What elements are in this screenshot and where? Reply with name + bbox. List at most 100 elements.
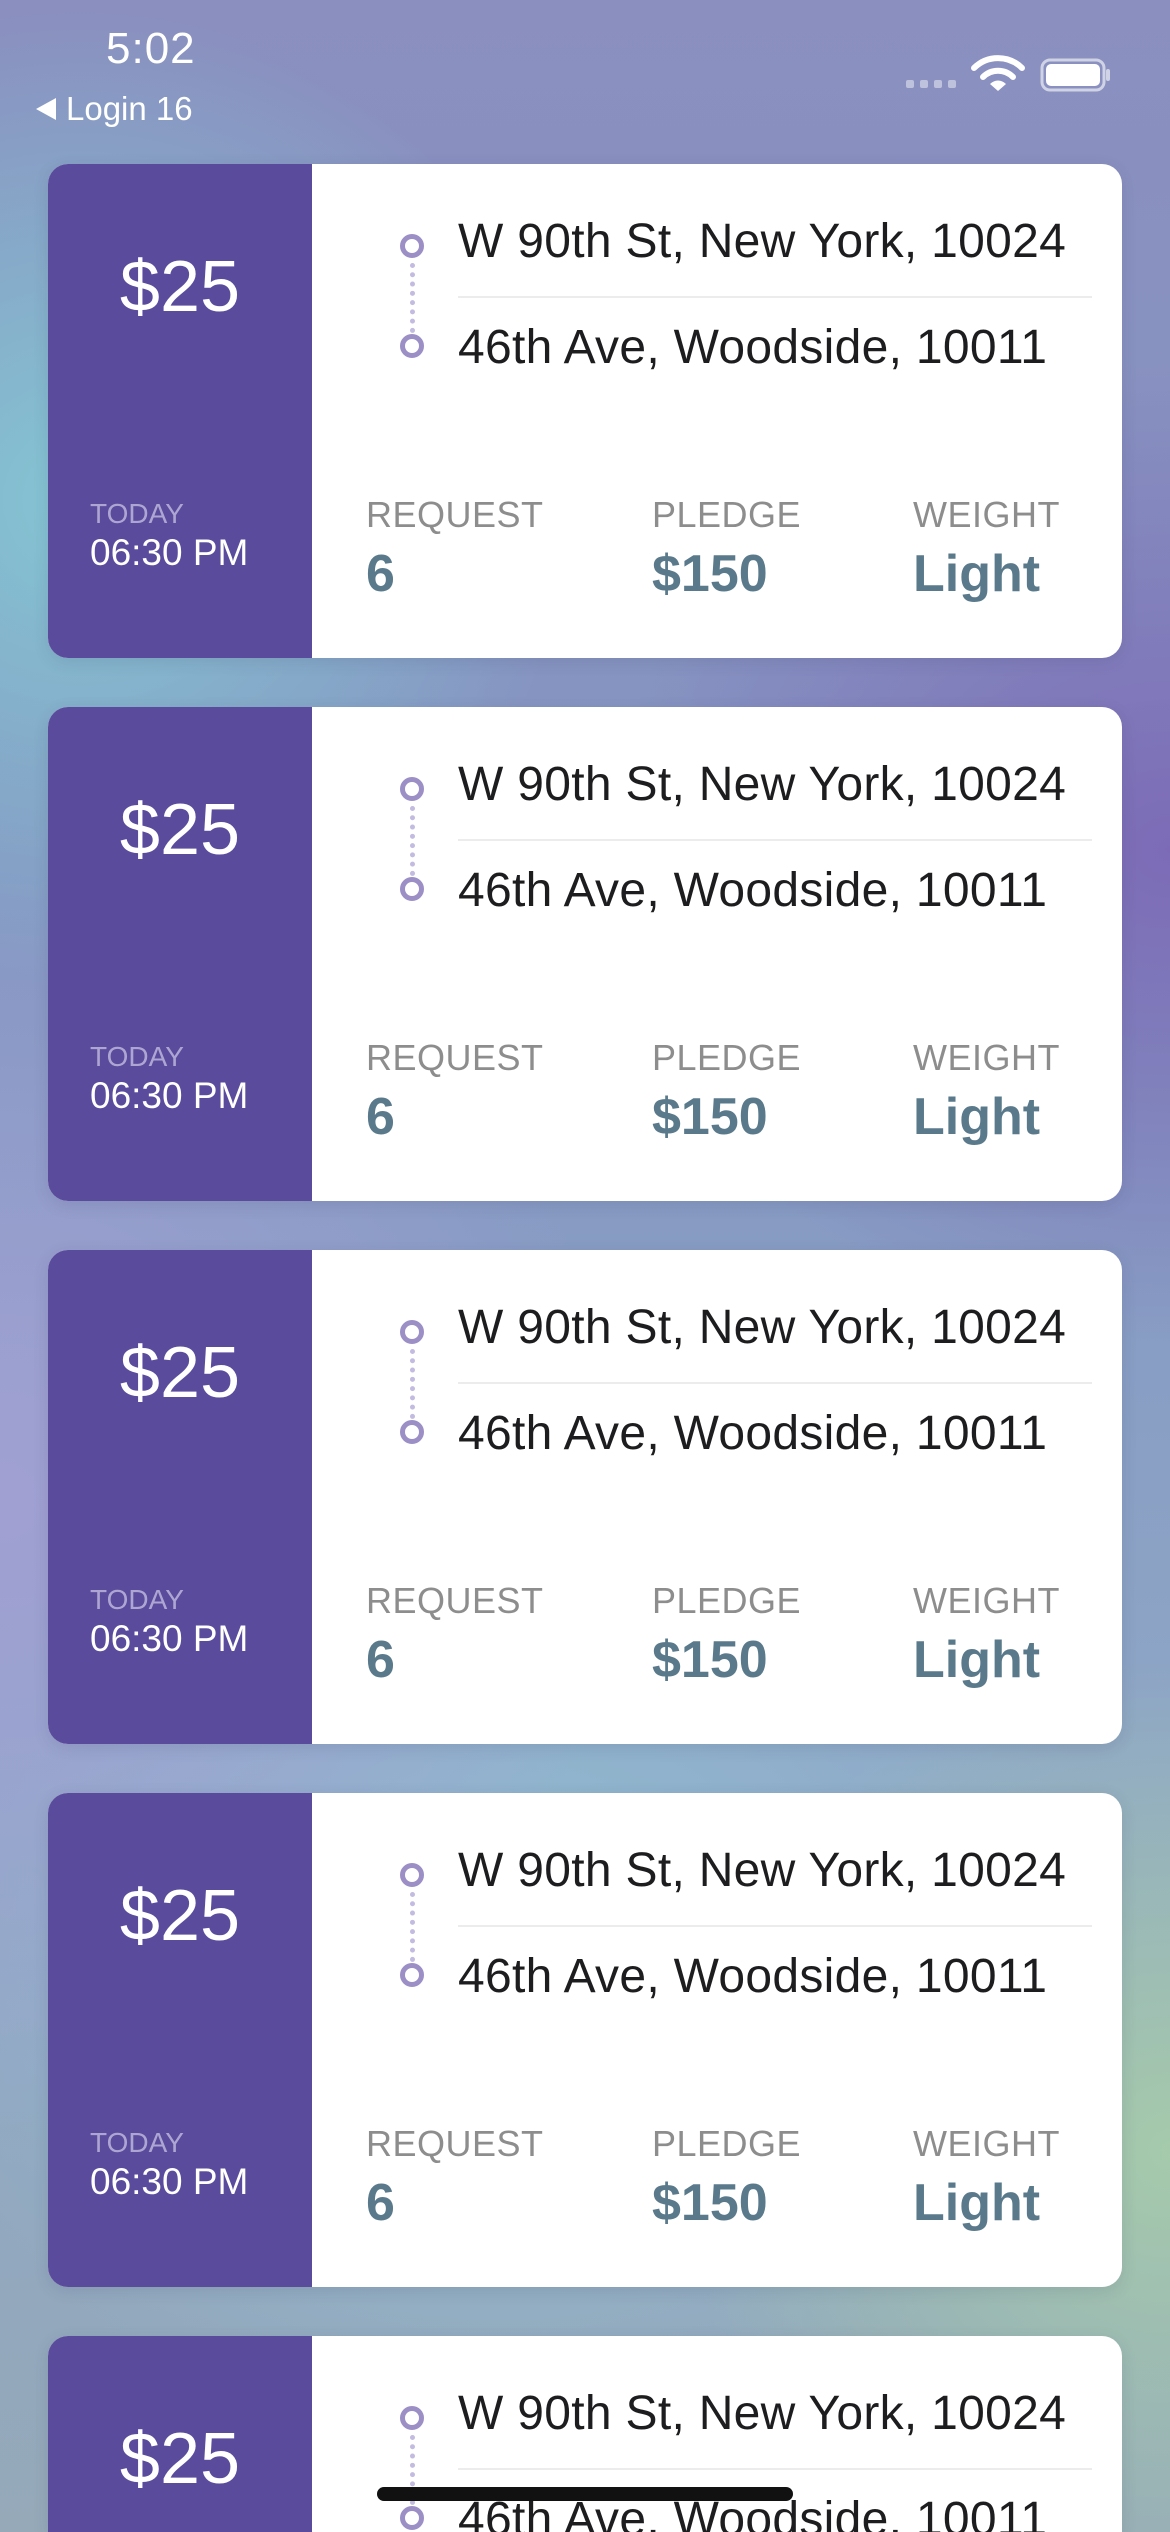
origin-dot-icon bbox=[400, 777, 424, 801]
pledge-value: $150 bbox=[652, 1088, 768, 1146]
pickup-day: TODAY bbox=[90, 1041, 184, 1072]
price: $25 bbox=[119, 1876, 241, 1956]
pickup-time: 06:30 PM bbox=[90, 1075, 249, 1116]
card-details: W 90th St, New York, 10024 46th Ave, Woo… bbox=[312, 1250, 1122, 1744]
destination-address: 46th Ave, Woodside, 10011 bbox=[458, 864, 1048, 917]
pickup-time: 06:30 PM bbox=[90, 532, 249, 573]
price: $25 bbox=[119, 1333, 241, 1413]
pledge-stat: PLEDGE $150 bbox=[652, 2123, 801, 2233]
delivery-card[interactable]: $25 W 90th St, New York, 10024 46th Ave,… bbox=[48, 2336, 1122, 2532]
card-details: W 90th St, New York, 10024 46th Ave, Woo… bbox=[312, 2336, 1122, 2532]
price: $25 bbox=[119, 247, 241, 327]
weight-value: Light bbox=[913, 1088, 1041, 1146]
destination-address: 46th Ave, Woodside, 10011 bbox=[458, 1407, 1048, 1460]
divider bbox=[458, 1925, 1092, 1927]
pickup-day: TODAY bbox=[90, 1584, 184, 1615]
home-indicator[interactable] bbox=[377, 2487, 793, 2501]
pledge-stat: PLEDGE $150 bbox=[652, 1580, 801, 1690]
destination-address: 46th Ave, Woodside, 10011 bbox=[458, 1950, 1048, 2003]
weight-value: Light bbox=[913, 2174, 1041, 2232]
request-label: REQUEST bbox=[366, 2123, 544, 2164]
back-arrow-icon bbox=[36, 98, 56, 120]
pledge-stat: PLEDGE $150 bbox=[652, 1037, 801, 1147]
pledge-label: PLEDGE bbox=[652, 2123, 802, 2164]
request-value: 6 bbox=[366, 545, 395, 603]
request-stat: REQUEST 6 bbox=[366, 1037, 544, 1147]
weight-stat: WEIGHT Light bbox=[913, 1037, 1060, 1147]
destination-dot-icon bbox=[400, 334, 424, 358]
pledge-label: PLEDGE bbox=[652, 1580, 802, 1621]
pickup-time: 06:30 PM bbox=[90, 2161, 249, 2202]
destination-dot-icon bbox=[400, 2506, 424, 2530]
back-app-label: Login 16 bbox=[66, 90, 193, 127]
delivery-card[interactable]: $25 TODAY 06:30 PM W 90th St, New York, … bbox=[48, 164, 1122, 658]
route-line bbox=[410, 1892, 415, 1962]
weight-value: Light bbox=[913, 1631, 1041, 1689]
status-time: 5:02 bbox=[106, 24, 196, 73]
request-label: REQUEST bbox=[366, 1037, 544, 1078]
pickup-time: 06:30 PM bbox=[90, 1618, 249, 1659]
weight-label: WEIGHT bbox=[913, 494, 1060, 535]
card-price-panel: $25 TODAY 06:30 PM bbox=[48, 164, 312, 658]
destination-dot-icon bbox=[400, 877, 424, 901]
card-price-panel: $25 TODAY 06:30 PM bbox=[48, 707, 312, 1201]
delivery-card[interactable]: $25 TODAY 06:30 PM W 90th St, New York, … bbox=[48, 1250, 1122, 1744]
request-label: REQUEST bbox=[366, 1580, 544, 1621]
delivery-card[interactable]: $25 TODAY 06:30 PM W 90th St, New York, … bbox=[48, 1793, 1122, 2287]
price: $25 bbox=[119, 2419, 241, 2499]
pledge-label: PLEDGE bbox=[652, 494, 802, 535]
request-stat: REQUEST 6 bbox=[366, 494, 544, 604]
request-value: 6 bbox=[366, 2174, 395, 2232]
cellular-signal-icon bbox=[906, 80, 956, 88]
weight-stat: WEIGHT Light bbox=[913, 2123, 1060, 2233]
origin-address: W 90th St, New York, 10024 bbox=[458, 215, 1067, 268]
origin-address: W 90th St, New York, 10024 bbox=[458, 1844, 1067, 1897]
divider bbox=[458, 839, 1092, 841]
pledge-value: $150 bbox=[652, 1631, 768, 1689]
origin-address: W 90th St, New York, 10024 bbox=[458, 2387, 1067, 2440]
request-value: 6 bbox=[366, 1631, 395, 1689]
pickup-day: TODAY bbox=[90, 498, 184, 529]
origin-dot-icon bbox=[400, 1863, 424, 1887]
weight-value: Light bbox=[913, 545, 1041, 603]
origin-address: W 90th St, New York, 10024 bbox=[458, 1301, 1067, 1354]
pledge-stat: PLEDGE $150 bbox=[652, 494, 801, 604]
card-details: W 90th St, New York, 10024 46th Ave, Woo… bbox=[312, 707, 1122, 1201]
delivery-card[interactable]: $25 TODAY 06:30 PM W 90th St, New York, … bbox=[48, 707, 1122, 1201]
divider bbox=[458, 1382, 1092, 1384]
weight-stat: WEIGHT Light bbox=[913, 1580, 1060, 1690]
price: $25 bbox=[119, 790, 241, 870]
weight-label: WEIGHT bbox=[913, 2123, 1060, 2164]
request-label: REQUEST bbox=[366, 494, 544, 535]
request-stat: REQUEST 6 bbox=[366, 2123, 544, 2233]
pledge-label: PLEDGE bbox=[652, 1037, 802, 1078]
origin-address: W 90th St, New York, 10024 bbox=[458, 758, 1067, 811]
destination-address: 46th Ave, Woodside, 10011 bbox=[458, 321, 1048, 374]
weight-label: WEIGHT bbox=[913, 1580, 1060, 1621]
card-price-panel: $25 TODAY 06:30 PM bbox=[48, 1250, 312, 1744]
destination-dot-icon bbox=[400, 1963, 424, 1987]
origin-dot-icon bbox=[400, 2406, 424, 2430]
battery-icon bbox=[1040, 58, 1110, 92]
pickup-day: TODAY bbox=[90, 2127, 184, 2158]
card-details: W 90th St, New York, 10024 46th Ave, Woo… bbox=[312, 164, 1122, 658]
divider bbox=[458, 2468, 1092, 2470]
destination-dot-icon bbox=[400, 1420, 424, 1444]
route-line bbox=[410, 1349, 415, 1419]
pledge-value: $150 bbox=[652, 545, 768, 603]
back-to-app-button[interactable]: Login 16 bbox=[36, 90, 193, 128]
wifi-icon bbox=[971, 55, 1025, 91]
request-value: 6 bbox=[366, 1088, 395, 1146]
card-price-panel: $25 bbox=[48, 2336, 312, 2532]
pledge-value: $150 bbox=[652, 2174, 768, 2232]
weight-label: WEIGHT bbox=[913, 1037, 1060, 1078]
card-details: W 90th St, New York, 10024 46th Ave, Woo… bbox=[312, 1793, 1122, 2287]
origin-dot-icon bbox=[400, 234, 424, 258]
origin-dot-icon bbox=[400, 1320, 424, 1344]
route-line bbox=[410, 806, 415, 876]
weight-stat: WEIGHT Light bbox=[913, 494, 1060, 604]
request-stat: REQUEST 6 bbox=[366, 1580, 544, 1690]
divider bbox=[458, 296, 1092, 298]
route-line bbox=[410, 263, 415, 333]
card-price-panel: $25 TODAY 06:30 PM bbox=[48, 1793, 312, 2287]
